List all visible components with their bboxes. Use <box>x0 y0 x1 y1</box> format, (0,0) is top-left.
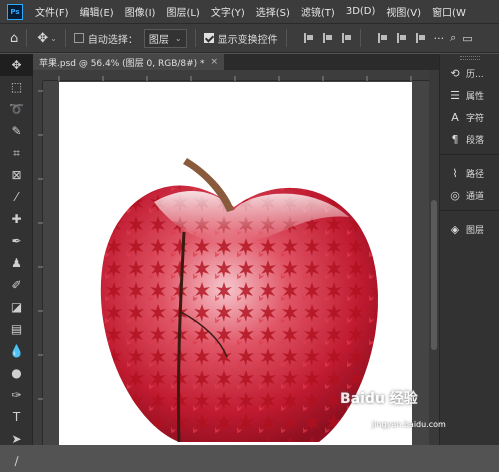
crop-tool-icon[interactable]: ⌗ <box>0 142 33 164</box>
panel-paragraph-label: 段落 <box>466 135 485 146</box>
menu-select[interactable]: 选择(S) <box>256 4 290 19</box>
panel-divider <box>440 154 499 162</box>
separator <box>285 29 287 47</box>
baidu-watermark: Baidu 经验 <box>340 391 418 407</box>
menu-type[interactable]: 文字(Y) <box>211 4 245 19</box>
panel-properties[interactable]: ☰ 属性 <box>440 84 499 106</box>
menu-filter[interactable]: 滤镜(T) <box>301 4 335 19</box>
align-top-icon[interactable] <box>377 33 388 43</box>
type-tool-icon[interactable]: T <box>0 406 33 428</box>
panel-character-label: 字符 <box>466 113 485 124</box>
menu-edit[interactable]: 编辑(E) <box>80 4 114 19</box>
panel-paths-label: 路径 <box>466 169 485 180</box>
document-tab[interactable]: 苹果.psd @ 56.4% (图层 0, RGB/8#) * × <box>33 54 225 70</box>
document-tab-title: 苹果.psd @ 56.4% (图层 0, RGB/8#) * <box>39 58 205 69</box>
menu-bar: Ps 文件(F) 编辑(E) 图像(I) 图层(L) 文字(Y) 选择(S) 滤… <box>0 0 499 23</box>
path-select-tool-icon[interactable]: ➤ <box>0 428 33 450</box>
menu-file[interactable]: 文件(F) <box>35 4 69 19</box>
history-icon: ⟲ <box>450 66 460 80</box>
auto-select-target-dropdown[interactable]: 图层 ⌄ <box>143 28 187 48</box>
panel-history-label: 历... <box>466 69 484 80</box>
separator <box>64 29 66 47</box>
blur-tool-icon[interactable]: 💧 <box>0 340 33 362</box>
healing-tool-icon[interactable]: ✚ <box>0 208 33 230</box>
layers-icon: ◈ <box>450 222 460 236</box>
gradient-tool-icon[interactable]: ▤ <box>0 318 33 340</box>
pen-tool-icon[interactable]: ✑ <box>0 384 33 406</box>
menu-3d[interactable]: 3D(D) <box>346 6 376 17</box>
show-transform-checkbox[interactable] <box>203 33 214 43</box>
panel-paths[interactable]: ⌇ 路径 <box>440 162 499 184</box>
panel-paragraph[interactable]: ¶ 段落 <box>440 128 499 150</box>
menu-window[interactable]: 窗口(W <box>432 4 466 19</box>
menu-layer[interactable]: 图层(L) <box>166 4 199 19</box>
menu-image[interactable]: 图像(I) <box>125 4 156 19</box>
panel-channels-label: 通道 <box>466 191 485 202</box>
search-icon[interactable]: ⌕ <box>450 31 456 45</box>
align-center-icon[interactable] <box>322 33 333 43</box>
separator <box>194 29 196 47</box>
dodge-tool-icon[interactable]: ● <box>0 362 33 384</box>
panel-layers[interactable]: ◈ 图层 <box>440 218 499 240</box>
ruler-ticks <box>58 76 412 81</box>
move-tool-icon[interactable]: ✥ <box>0 54 33 76</box>
panel-properties-label: 属性 <box>466 91 485 102</box>
eyedropper-tool-icon[interactable]: ⁄ <box>0 186 33 208</box>
paths-icon: ⌇ <box>452 166 458 180</box>
quick-select-tool-icon[interactable]: ✎ <box>0 120 33 142</box>
home-icon[interactable]: ⌂ <box>10 31 18 46</box>
paragraph-icon: ¶ <box>451 132 459 146</box>
history-brush-tool-icon[interactable]: ✐ <box>0 274 33 296</box>
frame-tool-icon[interactable]: ⊠ <box>0 164 33 186</box>
options-bar: ⌂ ✥ ⌄ 自动选择： 图层 ⌄ 显示变换控件 ··· ⌕ ▭ <box>0 23 499 53</box>
panel-character[interactable]: A 字符 <box>440 106 499 128</box>
character-icon: A <box>451 110 459 124</box>
eraser-tool-icon[interactable]: ◪ <box>0 296 33 318</box>
horizontal-ruler <box>43 70 429 81</box>
lasso-tool-icon[interactable]: ➰ <box>0 98 33 120</box>
panel-grip[interactable] <box>440 54 499 62</box>
properties-icon: ☰ <box>450 88 460 102</box>
close-icon[interactable]: × <box>211 57 219 67</box>
move-tool-preset-icon[interactable]: ✥ <box>37 31 48 46</box>
panel-channels[interactable]: ◎ 通道 <box>440 184 499 206</box>
channels-icon: ◎ <box>450 188 460 202</box>
marquee-tool-icon[interactable]: ⬚ <box>0 76 33 98</box>
auto-select-checkbox[interactable] <box>73 33 84 43</box>
tools-panel: ✥ ⬚ ➰ ✎ ⌗ ⊠ ⁄ ✚ ✒ ♟ ✐ ◪ ▤ 💧 ● ✑ T ➤ ∕ <box>0 54 33 468</box>
menu-view[interactable]: 视图(V) <box>386 4 421 19</box>
document-tab-bar: 苹果.psd @ 56.4% (图层 0, RGB/8#) * × <box>33 54 439 70</box>
align-left-icon[interactable] <box>303 33 314 43</box>
align-bottom-icon[interactable] <box>415 33 426 43</box>
ruler-ticks <box>38 90 43 400</box>
chevron-down-icon[interactable]: ⌄ <box>50 34 57 43</box>
more-icon[interactable]: ··· <box>434 32 445 45</box>
align-middle-icon[interactable] <box>396 33 407 43</box>
stamp-tool-icon[interactable]: ♟ <box>0 252 33 274</box>
separator <box>359 29 361 47</box>
auto-select-target-value: 图层 <box>148 34 169 46</box>
vertical-scrollbar[interactable] <box>429 70 439 445</box>
show-transform-label: 显示变换控件 <box>217 34 278 46</box>
separator <box>26 29 28 47</box>
baidu-watermark-url: jingyan.baidu.com <box>372 420 446 429</box>
chevron-down-icon: ⌄ <box>174 33 182 43</box>
align-right-icon[interactable] <box>341 33 352 43</box>
vertical-ruler <box>33 81 43 445</box>
panel-divider <box>440 210 499 218</box>
scrollbar-thumb[interactable] <box>431 200 437 350</box>
panel-history[interactable]: ⟲ 历... <box>440 62 499 84</box>
panel-layers-label: 图层 <box>466 225 485 236</box>
panel-dock: ⟲ 历... ☰ 属性 A 字符 ¶ 段落 ⌇ 路径 ◎ 通道 ◈ 图层 <box>439 54 499 445</box>
ruler-corner <box>33 70 43 81</box>
photoshop-logo-icon[interactable]: Ps <box>7 3 23 20</box>
workspace-icon[interactable]: ▭ <box>462 32 472 45</box>
brush-tool-icon[interactable]: ✒ <box>0 230 33 252</box>
line-tool-icon[interactable]: ∕ <box>0 450 33 472</box>
auto-select-label: 自动选择： <box>87 34 138 46</box>
